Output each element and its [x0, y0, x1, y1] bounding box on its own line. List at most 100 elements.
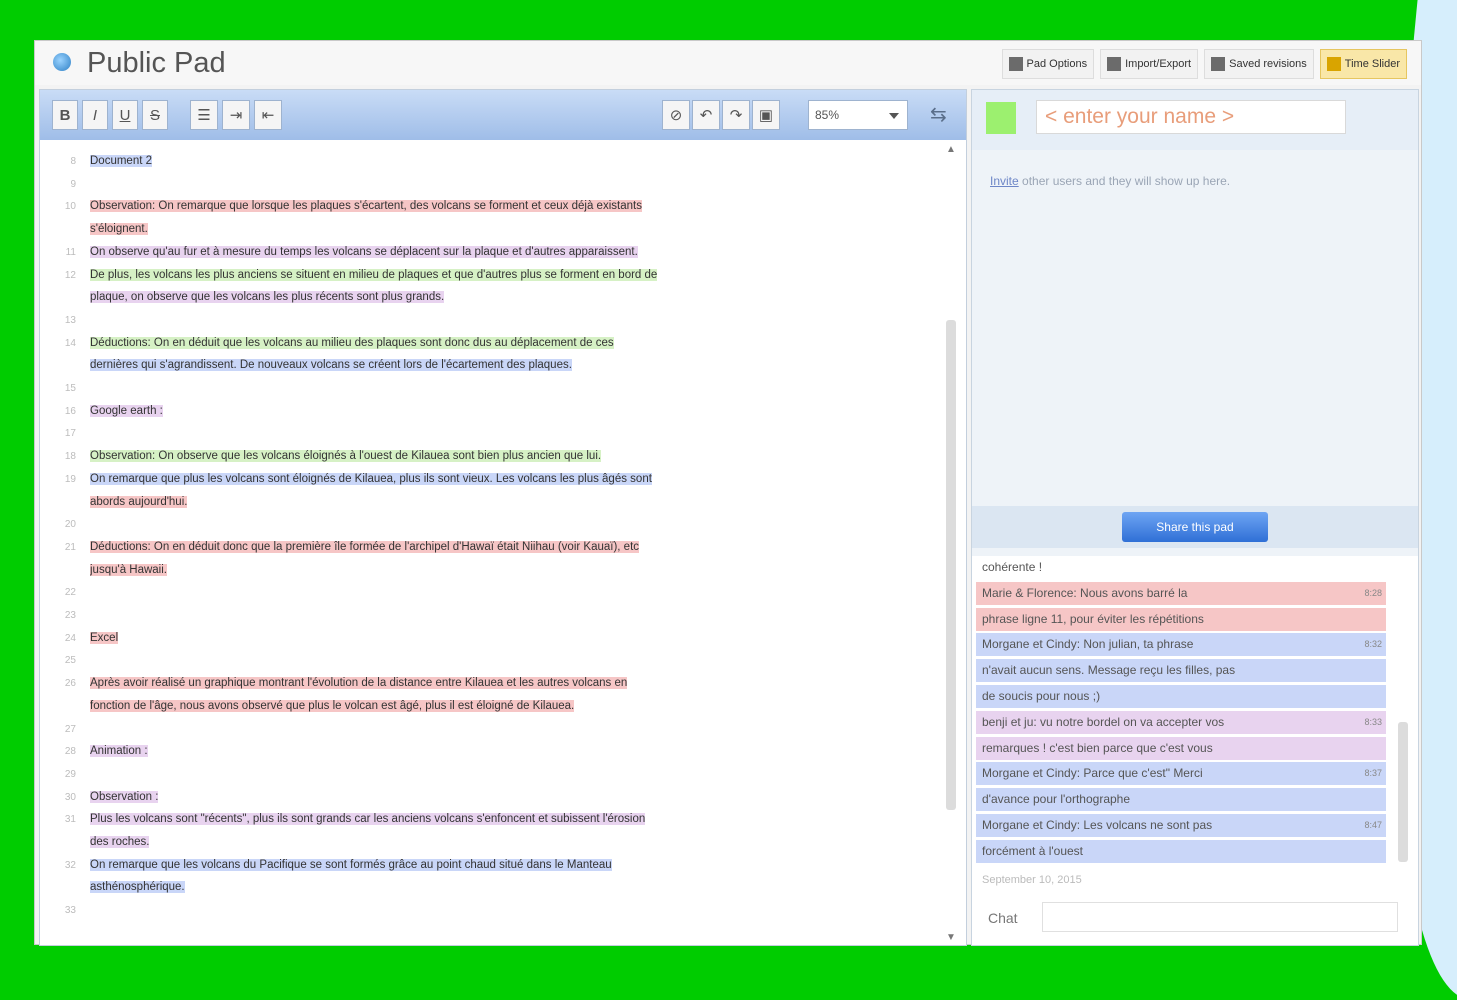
underline-button[interactable]: U — [112, 100, 138, 130]
indent-button[interactable]: ⇥ — [222, 100, 250, 130]
chat-message-time: 8:33 — [1364, 716, 1382, 727]
toggle-layout-icon[interactable]: ⇆ — [930, 102, 947, 127]
options-icon — [1008, 57, 1023, 71]
undo-icon: ↶ — [699, 107, 713, 124]
line-text[interactable]: On observe qu'au fur et à mesure du temp… — [90, 241, 930, 264]
line-number: 10 — [64, 201, 76, 213]
chat-input[interactable] — [1042, 902, 1398, 932]
clear-authorship-button[interactable]: ⊘ — [662, 100, 690, 130]
bold-button[interactable]: B — [52, 100, 78, 130]
author-highlight: s'éloignent. — [90, 223, 148, 236]
sidebar: < enter your name > Invite other users a… — [971, 89, 1419, 946]
name-input[interactable]: < enter your name > — [1036, 100, 1346, 134]
line-text[interactable]: Déductions: On en déduit que les volcans… — [90, 332, 930, 355]
user-color-swatch[interactable] — [986, 102, 1016, 134]
redo-button[interactable]: ↷ — [722, 100, 750, 130]
strikethrough-button[interactable]: S — [142, 100, 168, 130]
line-number: 23 — [64, 610, 76, 621]
chat-message: Morgane et Cindy: Les volcans ne sont pa… — [976, 814, 1386, 837]
line-number: 20 — [64, 519, 76, 531]
chat-message-time: 8:32 — [1364, 639, 1382, 650]
line-text[interactable]: abords aujourd'hui. — [90, 491, 930, 514]
author-highlight: des roches. — [90, 836, 150, 848]
line-text[interactable]: Google earth : — [90, 400, 930, 423]
line-text[interactable]: Animation : — [90, 740, 930, 763]
save-revision-button[interactable]: ▣ — [752, 100, 780, 130]
line-number: 25 — [64, 655, 76, 667]
scroll-up-icon[interactable]: ▲ — [946, 144, 956, 155]
line-text[interactable]: Document 2 — [90, 150, 930, 173]
chat-message: Marie & Florence: Nous avons barré la 8:2… — [976, 581, 1386, 605]
invite-link[interactable]: Invite — [990, 174, 1019, 188]
undo-button[interactable]: ↶ — [692, 100, 720, 130]
top-menu: Pad Options Import/Export Saved revision… — [1001, 49, 1407, 79]
line-text[interactable]: De plus, les volcans les plus anciens se… — [90, 264, 930, 287]
line-number: 8 — [70, 156, 76, 167]
chat-message: phrase ligne 11, pour éviter les répétit… — [976, 607, 1386, 631]
italic-button[interactable]: I — [82, 100, 108, 130]
floppy-icon: ▣ — [758, 107, 774, 124]
author-highlight: jusqu'à Hawaii. — [90, 563, 167, 576]
line-number: 22 — [64, 587, 76, 599]
bullet-list-icon: ☰ — [197, 107, 211, 124]
line-number: 15 — [64, 383, 76, 394]
line-number: 28 — [64, 746, 76, 758]
author-highlight: On observe qu'au fur et à mesure du temp… — [90, 245, 638, 258]
line-number: 11 — [65, 246, 76, 258]
zoom-select[interactable]: 85% — [808, 100, 908, 130]
pad-options-button[interactable]: Pad Options — [1001, 49, 1095, 79]
line-text[interactable]: plaque, on observe que les volcans les p… — [90, 286, 930, 309]
chat-message: benji et ju: vu notre bordel on va accep… — [976, 710, 1386, 734]
chat-label: Chat — [988, 910, 1018, 926]
line-text[interactable]: des roches. — [90, 831, 930, 854]
line-text[interactable]: Après avoir réalisé un graphique montran… — [90, 672, 930, 695]
line-number: 18 — [64, 451, 76, 463]
line-text[interactable]: asthénosphérique. — [90, 876, 930, 899]
line-text[interactable]: Observation : — [90, 786, 930, 809]
line-text[interactable]: jusqu'à Hawaii. — [90, 559, 930, 582]
line-text[interactable]: fonction de l'âge, nous avons observé qu… — [90, 695, 930, 718]
import-export-button[interactable]: Import/Export — [1100, 49, 1199, 79]
outdent-button[interactable]: ⇤ — [254, 100, 282, 130]
chat-message: Morgane et Cindy: Non julian, ta phrase 8… — [976, 633, 1386, 657]
line-text[interactable]: dernières qui s'agrandissent. De nouveau… — [90, 354, 930, 377]
line-text[interactable]: s'éloignent. — [90, 218, 930, 241]
line-number: 33 — [64, 905, 76, 917]
saved-revisions-button[interactable]: Saved revisions — [1204, 49, 1314, 79]
line-text[interactable]: Déductions: On en déduit donc que la pre… — [90, 536, 930, 559]
author-highlight: dernières qui s'agrandissent. De nouveau… — [90, 359, 572, 372]
line-text[interactable]: Plus les volcans sont "récents", plus il… — [90, 808, 930, 831]
line-text[interactable]: Observation: On observe que les volcans … — [90, 445, 930, 468]
editor-scrollbar[interactable]: ▲ ▼ — [942, 140, 958, 945]
line-number: 26 — [64, 678, 76, 690]
line-number: 32 — [64, 859, 76, 871]
author-highlight: Déductions: On en déduit que les volcans… — [90, 336, 614, 349]
line-number: 17 — [64, 428, 76, 440]
author-highlight: On remarque que plus les volcans sont él… — [90, 472, 652, 485]
save-icon — [1211, 57, 1226, 71]
bullet-list-button[interactable]: ☰ — [190, 100, 218, 130]
chat-message: de soucis pour nous ;) — [976, 685, 1386, 708]
line-text[interactable]: On remarque que les volcans du Pacifique… — [90, 854, 930, 877]
scroll-down-icon[interactable]: ▼ — [946, 932, 956, 943]
chat-message-text: Marie & Florence: Nous avons barré la — [982, 585, 1188, 600]
scroll-thumb[interactable] — [946, 320, 956, 810]
chat-scrollbar[interactable] — [1396, 562, 1410, 884]
line-text[interactable]: Excel — [90, 627, 930, 650]
chat-message: cohérente ! — [976, 556, 1386, 579]
share-pad-button[interactable]: Share this pad — [1122, 512, 1268, 542]
chat-message: n'avait aucun sens. Message reçu les fil… — [976, 659, 1386, 683]
time-slider-icon — [1326, 57, 1341, 71]
author-highlight: asthénosphérique. — [90, 881, 185, 894]
invite-text: Invite other users and they will show up… — [990, 174, 1231, 188]
line-text[interactable]: Observation: On remarque que lorsque les… — [90, 195, 930, 218]
chat-message-text: benji et ju: vu notre bordel on va accep… — [982, 714, 1225, 729]
author-highlight: Plus les volcans sont "récents", plus il… — [90, 813, 646, 826]
line-number: 13 — [64, 314, 76, 326]
redo-icon: ↷ — [729, 107, 743, 124]
chat-scroll-thumb[interactable] — [1398, 722, 1408, 862]
time-slider-button[interactable]: Time Slider — [1319, 49, 1407, 79]
outdent-icon: ⇤ — [261, 107, 275, 124]
line-text[interactable]: On remarque que plus les volcans sont él… — [90, 468, 930, 491]
author-highlight: Déductions: On en déduit donc que la pre… — [90, 540, 640, 553]
